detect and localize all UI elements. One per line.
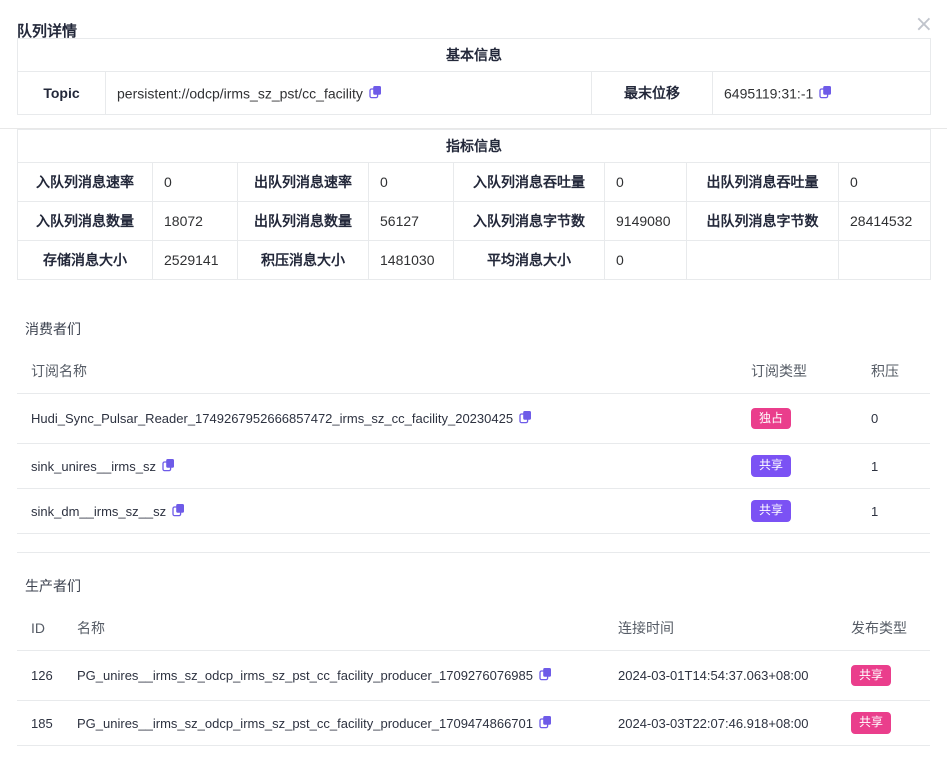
metrics-table: 指标信息 入队列消息速率 0 出队列消息速率 0 入队列消息吞吐量 0 出队列消… <box>17 129 931 280</box>
basic-info-section-title: 基本信息 <box>18 39 931 72</box>
metric-value: 0 <box>605 241 687 280</box>
subscription-name-cell: sink_unires__irms_sz <box>17 444 737 489</box>
copy-icon[interactable] <box>819 85 832 99</box>
backlog-value: 0 <box>857 394 930 444</box>
metric-label: 入队列消息数量 <box>18 202 153 241</box>
metric-value: 2529141 <box>153 241 238 280</box>
table-row: sink_dm__irms_sz__sz 共享 1 <box>17 489 930 534</box>
copy-icon[interactable] <box>369 85 382 99</box>
metric-label: 入队列消息吞吐量 <box>454 163 605 202</box>
metric-value: 0 <box>153 163 238 202</box>
topic-value: persistent://odcp/irms_sz_pst/cc_facilit… <box>117 86 363 102</box>
metrics-row: 入队列消息速率 0 出队列消息速率 0 入队列消息吞吐量 0 出队列消息吞吐量 … <box>18 163 931 202</box>
consumers-section: 消费者们 订阅名称 订阅类型 积压 Hudi_Sync_Pulsar_Reade… <box>0 319 947 553</box>
producer-name-cell: PG_unires__irms_sz_odcp_irms_sz_pst_cc_f… <box>63 651 604 701</box>
last-offset-value: 6495119:31:-1 <box>724 86 813 102</box>
consumers-section-title: 消费者们 <box>25 319 947 339</box>
backlog-value: 1 <box>857 489 930 534</box>
column-header-name: 名称 <box>63 618 604 651</box>
subscription-name-cell: Hudi_Sync_Pulsar_Reader_1749267952666857… <box>17 394 737 444</box>
producers-section: 生产者们 ID 名称 连接时间 发布类型 126 PG_unires__irms… <box>0 576 947 765</box>
table-row: sink_unires__irms_sz 共享 1 <box>17 444 930 489</box>
connect-time: 2024-03-03T22:07:46.918+08:00 <box>604 701 837 746</box>
metric-label: 入队列消息速率 <box>18 163 153 202</box>
producer-id: 185 <box>17 701 63 746</box>
metric-label: 积压消息大小 <box>238 241 369 280</box>
producer-name-cell: PG_unires__irms_sz_odcp_irms_sz_pst_cc_f… <box>63 701 604 746</box>
metric-value: 0 <box>839 163 931 202</box>
page-title: 队列详情 <box>17 23 77 40</box>
subscription-name: Hudi_Sync_Pulsar_Reader_1749267952666857… <box>31 412 513 427</box>
subscription-name: sink_dm__irms_sz__sz <box>31 504 166 519</box>
consumers-table-footer <box>17 534 930 553</box>
column-header-id: ID <box>17 618 63 651</box>
last-offset-label: 最末位移 <box>592 72 713 115</box>
table-row: Hudi_Sync_Pulsar_Reader_1749267952666857… <box>17 394 930 444</box>
subscription-name: sink_unires__irms_sz <box>31 459 156 474</box>
consumers-table: 订阅名称 订阅类型 积压 Hudi_Sync_Pulsar_Reader_174… <box>17 361 930 534</box>
metric-value: 1481030 <box>369 241 454 280</box>
topic-value-cell: persistent://odcp/irms_sz_pst/cc_facilit… <box>106 72 592 115</box>
metric-label: 出队列消息吞吐量 <box>687 163 839 202</box>
empty-cell <box>687 241 839 280</box>
producers-section-title: 生产者们 <box>25 576 947 596</box>
metric-value: 18072 <box>153 202 238 241</box>
backlog-value: 1 <box>857 444 930 489</box>
metric-label: 出队列消息数量 <box>238 202 369 241</box>
metric-value: 0 <box>369 163 454 202</box>
copy-icon[interactable] <box>172 503 185 517</box>
metrics-row: 入队列消息数量 18072 出队列消息数量 56127 入队列消息字节数 914… <box>18 202 931 241</box>
column-header-connect-time: 连接时间 <box>604 618 837 651</box>
subscription-type-badge: 共享 <box>751 455 791 477</box>
table-row: 126 PG_unires__irms_sz_odcp_irms_sz_pst_… <box>17 651 930 701</box>
metric-label: 出队列消息速率 <box>238 163 369 202</box>
metric-value: 0 <box>605 163 687 202</box>
last-offset-value-cell: 6495119:31:-1 <box>713 72 931 115</box>
metric-label: 入队列消息字节数 <box>454 202 605 241</box>
metrics-row: 存储消息大小 2529141 积压消息大小 1481030 平均消息大小 0 <box>18 241 931 280</box>
producer-name: PG_unires__irms_sz_odcp_irms_sz_pst_cc_f… <box>77 669 533 684</box>
column-header-subscription-type: 订阅类型 <box>737 361 857 394</box>
publish-type-badge: 共享 <box>851 712 891 734</box>
column-header-backlog: 积压 <box>857 361 930 394</box>
subscription-type-badge: 共享 <box>751 500 791 522</box>
metrics-section-title: 指标信息 <box>18 130 931 163</box>
dialog-header: 队列详情 × <box>0 0 947 38</box>
publish-type-badge: 共享 <box>851 665 891 687</box>
copy-icon[interactable] <box>539 715 552 729</box>
copy-icon[interactable] <box>539 667 552 681</box>
producer-name: PG_unires__irms_sz_odcp_irms_sz_pst_cc_f… <box>77 716 533 731</box>
metric-value: 56127 <box>369 202 454 241</box>
subscription-type-badge: 独占 <box>751 408 791 430</box>
producers-table: ID 名称 连接时间 发布类型 126 PG_unires__irms_sz_o… <box>17 618 930 746</box>
metric-value: 28414532 <box>839 202 931 241</box>
copy-icon[interactable] <box>162 458 175 472</box>
copy-icon[interactable] <box>519 410 532 424</box>
metric-value: 9149080 <box>605 202 687 241</box>
producer-id: 126 <box>17 651 63 701</box>
subscription-name-cell: sink_dm__irms_sz__sz <box>17 489 737 534</box>
producers-table-footer <box>17 746 930 765</box>
column-header-publish-type: 发布类型 <box>837 618 930 651</box>
metric-label: 存储消息大小 <box>18 241 153 280</box>
table-row: 185 PG_unires__irms_sz_odcp_irms_sz_pst_… <box>17 701 930 746</box>
empty-cell <box>839 241 931 280</box>
connect-time: 2024-03-01T14:54:37.063+08:00 <box>604 651 837 701</box>
basic-info-table: 基本信息 Topic persistent://odcp/irms_sz_pst… <box>17 38 931 115</box>
close-icon[interactable]: × <box>915 14 933 36</box>
column-header-subscription-name: 订阅名称 <box>17 361 737 394</box>
topic-label: Topic <box>18 72 106 115</box>
metric-label: 平均消息大小 <box>454 241 605 280</box>
metric-label: 出队列消息字节数 <box>687 202 839 241</box>
